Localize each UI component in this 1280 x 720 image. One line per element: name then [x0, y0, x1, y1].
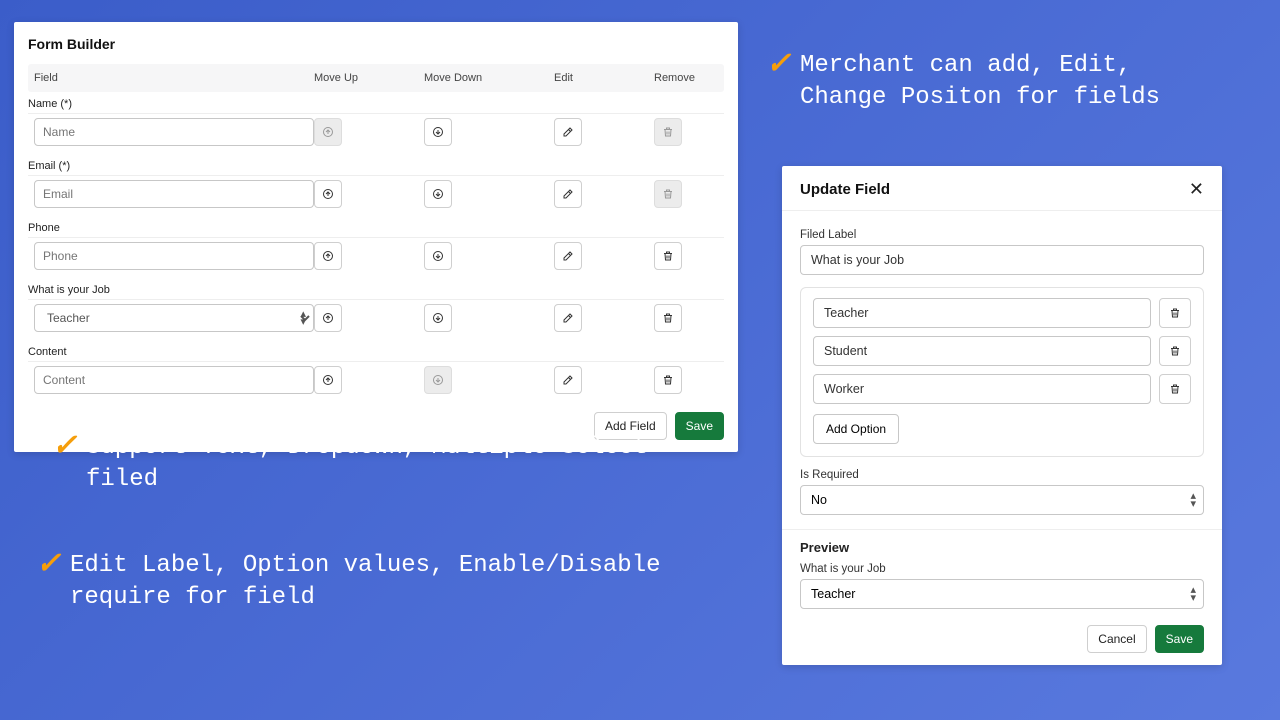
field-cell	[34, 242, 314, 270]
feature-bullet-1: ✓Merchant can add, Edit, Change Positon …	[800, 50, 1230, 115]
option-delete-button[interactable]	[1159, 298, 1191, 328]
move-up-button[interactable]	[314, 180, 342, 208]
field-row-label: Content	[28, 340, 724, 361]
divider	[782, 529, 1222, 530]
remove-button[interactable]	[654, 366, 682, 394]
table-row	[28, 361, 724, 402]
option-delete-button[interactable]	[1159, 374, 1191, 404]
remove-button[interactable]	[654, 242, 682, 270]
col-moveup: Move Up	[314, 72, 424, 84]
edit-button[interactable]	[554, 180, 582, 208]
move-up-button[interactable]	[314, 366, 342, 394]
field-label-input[interactable]	[800, 245, 1204, 275]
col-remove: Remove	[654, 72, 754, 84]
field-input[interactable]	[34, 118, 314, 146]
move-down-button[interactable]	[424, 242, 452, 270]
is-required-select[interactable]: No	[800, 485, 1204, 515]
field-cell	[34, 366, 314, 394]
move-up-button	[314, 118, 342, 146]
col-edit: Edit	[554, 72, 654, 84]
modal-title: Update Field	[800, 181, 890, 198]
field-cell	[34, 180, 314, 208]
check-icon: ✓	[52, 428, 77, 469]
field-input[interactable]	[34, 242, 314, 270]
option-input[interactable]	[813, 298, 1151, 328]
field-row-label: Email (*)	[28, 154, 724, 175]
option-row	[813, 374, 1191, 404]
modal-footer: Cancel Save	[782, 625, 1222, 653]
bullet-text: Merchant can add, Edit, Change Positon f…	[800, 52, 1160, 111]
field-row-label: Phone	[28, 216, 724, 237]
check-icon: ✓	[766, 46, 791, 87]
col-field: Field	[34, 72, 314, 84]
move-up-button[interactable]	[314, 242, 342, 270]
move-down-button[interactable]	[424, 118, 452, 146]
cancel-button[interactable]: Cancel	[1087, 625, 1146, 653]
table-row	[28, 237, 724, 278]
modal-body: Filed Label Add Option Is Required No ▴▾…	[782, 211, 1222, 615]
field-label-label: Filed Label	[800, 229, 1204, 241]
is-required-label: Is Required	[800, 469, 1204, 481]
option-row	[813, 336, 1191, 366]
close-icon[interactable]: ✕	[1189, 180, 1204, 198]
option-input[interactable]	[813, 336, 1151, 366]
option-delete-button[interactable]	[1159, 336, 1191, 366]
modal-save-button[interactable]: Save	[1155, 625, 1204, 653]
preview-title: Preview	[800, 540, 1204, 555]
feature-bullet-2: ✓Support Text, Dropdown, Multiple Select…	[86, 432, 726, 497]
field-input[interactable]	[34, 180, 314, 208]
option-row	[813, 298, 1191, 328]
bullet-text: Edit Label, Option values, Enable/Disabl…	[70, 552, 661, 611]
move-down-button[interactable]	[424, 304, 452, 332]
table-row: Teacher▴▾	[28, 299, 724, 340]
options-box: Add Option	[800, 287, 1204, 457]
option-input[interactable]	[813, 374, 1151, 404]
check-icon: ✓	[36, 546, 61, 587]
table-row	[28, 113, 724, 154]
field-input[interactable]	[34, 366, 314, 394]
bullet-text: Support Text, Dropdown, Multiple Select …	[86, 434, 648, 493]
remove-button[interactable]	[654, 304, 682, 332]
col-movedown: Move Down	[424, 72, 554, 84]
modal-header: Update Field ✕	[782, 166, 1222, 211]
edit-button[interactable]	[554, 304, 582, 332]
table-header: Field Move Up Move Down Edit Remove	[28, 64, 724, 92]
table-row	[28, 175, 724, 216]
move-down-button[interactable]	[424, 180, 452, 208]
preview-select[interactable]: Teacher	[800, 579, 1204, 609]
remove-button	[654, 180, 682, 208]
preview-field-label: What is your Job	[800, 563, 1204, 575]
edit-button[interactable]	[554, 242, 582, 270]
form-builder-panel: Form Builder Field Move Up Move Down Edi…	[14, 22, 738, 452]
preview-select-wrap: Teacher ▴▾	[800, 579, 1204, 609]
edit-button[interactable]	[554, 118, 582, 146]
is-required-select-wrap: No ▴▾	[800, 485, 1204, 515]
edit-button[interactable]	[554, 366, 582, 394]
add-option-button[interactable]: Add Option	[813, 414, 899, 444]
field-select[interactable]: Teacher	[34, 304, 314, 332]
field-row-label: What is your Job	[28, 278, 724, 299]
move-down-button	[424, 366, 452, 394]
field-row-label: Name (*)	[28, 92, 724, 113]
remove-button	[654, 118, 682, 146]
field-cell	[34, 118, 314, 146]
update-field-modal: Update Field ✕ Filed Label Add Option Is…	[782, 166, 1222, 665]
form-builder-title: Form Builder	[28, 36, 724, 52]
field-cell: Teacher▴▾	[34, 304, 314, 332]
move-up-button[interactable]	[314, 304, 342, 332]
feature-bullet-3: ✓Edit Label, Option values, Enable/Disab…	[70, 550, 770, 615]
